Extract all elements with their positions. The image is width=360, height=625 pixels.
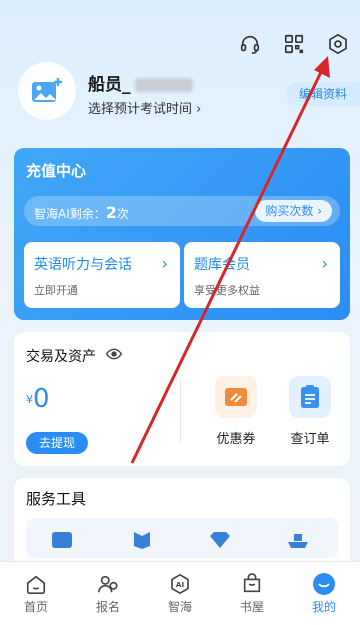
balance: ¥0	[26, 384, 50, 414]
mail-tool-icon[interactable]	[50, 530, 74, 554]
add-photo-icon	[32, 78, 62, 102]
english-listening-card[interactable]: 英语听力与会话 › 立即开通	[24, 242, 180, 308]
tab-bookstore-label: 书屋	[239, 600, 264, 614]
buy-quota-button[interactable]: 购买次数 ›	[255, 200, 332, 222]
edit-profile-button[interactable]: 编辑资料	[286, 82, 360, 106]
chevron-right-icon: ›	[161, 254, 168, 273]
diamond-tool-icon[interactable]	[208, 530, 232, 554]
settings-icon[interactable]	[326, 32, 350, 56]
exam-time-link[interactable]: 选择预计考试时间 ›	[88, 98, 201, 117]
top-icon-bar	[238, 32, 350, 56]
assets-title: 交易及资产	[26, 349, 96, 365]
service-tools-card: 服务工具	[14, 478, 350, 568]
ai-quota-count: 2	[105, 203, 117, 222]
recharge-title: 充值中心	[26, 162, 87, 180]
coupon-icon	[215, 376, 257, 418]
english-listening-sub: 立即开通	[34, 284, 78, 297]
tab-profile-label: 我的	[311, 600, 336, 614]
tab-bookstore[interactable]: 书屋	[216, 562, 288, 625]
question-bank-title: 题库会员	[194, 257, 250, 273]
tab-home-label: 首页	[23, 600, 48, 614]
ai-quota-label: 智海AI剩余：2次	[34, 203, 129, 222]
certificate-tool-icon[interactable]	[130, 530, 154, 554]
bookstore-icon	[216, 572, 288, 596]
coupon-tile[interactable]: 优惠券	[206, 376, 266, 447]
register-icon	[72, 572, 144, 596]
home-icon	[0, 572, 72, 596]
ship-tool-icon[interactable]	[286, 530, 310, 554]
profile-icon	[288, 572, 360, 596]
recharge-center-card: 充值中心 智海AI剩余：2次 购买次数 › 英语听力与会话 › 立即开通 题库会…	[14, 148, 350, 320]
order-icon	[289, 376, 331, 418]
tab-ai[interactable]: AI 智海	[144, 562, 216, 625]
ai-quota-bar: 智海AI剩余：2次 购买次数 ›	[24, 196, 340, 226]
orders-label: 查订单	[290, 432, 330, 447]
question-bank-sub: 享受更多权益	[194, 284, 260, 297]
profile-header: 船员_ 选择预计考试时间 › 编辑资料	[18, 62, 360, 132]
assets-card: 交易及资产 ¥0 去提现 优惠券 查订单	[14, 332, 350, 466]
tab-register-label: 报名	[95, 600, 120, 614]
ai-icon: AI	[144, 572, 216, 596]
orders-tile[interactable]: 查订单	[280, 376, 340, 447]
withdraw-button[interactable]: 去提现	[26, 432, 88, 454]
question-bank-card[interactable]: 题库会员 › 享受更多权益	[184, 242, 340, 308]
masked-username	[134, 78, 193, 92]
english-listening-title: 英语听力与会话	[34, 257, 132, 273]
service-tools-title: 服务工具	[26, 490, 87, 508]
user-name: 船员_	[88, 70, 193, 95]
tab-ai-label: 智海	[167, 600, 192, 614]
divider	[180, 380, 181, 442]
tab-home[interactable]: 首页	[0, 562, 72, 625]
coupon-label: 优惠券	[216, 432, 256, 447]
tab-profile[interactable]: 我的	[288, 562, 360, 625]
bottom-tab-bar: 首页 报名 AI 智海 书屋 我的	[0, 561, 360, 625]
headset-icon[interactable]	[238, 32, 262, 56]
chevron-right-icon: ›	[321, 254, 328, 273]
qr-scan-icon[interactable]	[282, 32, 306, 56]
eye-icon[interactable]	[105, 346, 123, 366]
tab-register[interactable]: 报名	[72, 562, 144, 625]
svg-text:AI: AI	[176, 580, 185, 589]
avatar[interactable]	[18, 62, 76, 120]
